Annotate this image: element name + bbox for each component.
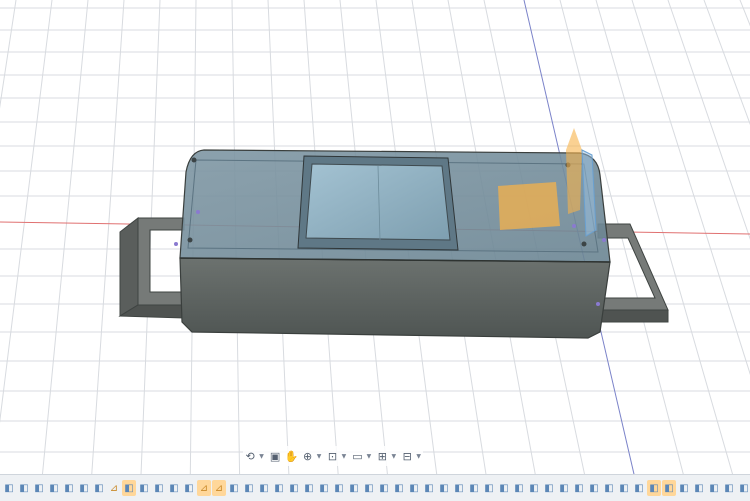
extrude-feature-icon[interactable]: ◧	[572, 480, 586, 496]
extrude-feature-icon[interactable]: ◧	[2, 480, 16, 496]
extrude-feature-icon[interactable]: ◧	[512, 480, 526, 496]
extrude-feature-icon[interactable]: ◧	[152, 480, 166, 496]
display-window[interactable]	[297, 155, 459, 251]
extrude-feature-icon[interactable]: ◧	[347, 480, 361, 496]
extrude-feature-icon[interactable]: ◧	[662, 480, 676, 496]
extrude-feature-icon[interactable]: ◧	[62, 480, 76, 496]
chevron-down-icon[interactable]: ▼	[259, 453, 264, 460]
extrude-feature-icon[interactable]: ◧	[182, 480, 196, 496]
extrude-feature-icon[interactable]: ◧	[32, 480, 46, 496]
chevron-down-icon[interactable]: ▼	[367, 453, 372, 460]
display-settings-icon[interactable]: ▭	[350, 448, 364, 464]
sketch-feature-icon[interactable]: ⊿	[197, 480, 211, 496]
extrude-feature-icon[interactable]: ◧	[167, 480, 181, 496]
extrude-feature-icon[interactable]: ◧	[737, 480, 750, 496]
orbit-icon[interactable]: ⟲	[243, 448, 257, 464]
extrude-feature-icon[interactable]: ◧	[527, 480, 541, 496]
extrude-feature-icon[interactable]: ◧	[437, 480, 451, 496]
extrude-feature-icon[interactable]: ◧	[92, 480, 106, 496]
extrude-feature-icon[interactable]: ◧	[122, 480, 136, 496]
extrude-feature-icon[interactable]: ◧	[587, 480, 601, 496]
extrude-feature-icon[interactable]: ◧	[677, 480, 691, 496]
extrude-feature-icon[interactable]: ◧	[467, 480, 481, 496]
extrude-feature-icon[interactable]: ◧	[542, 480, 556, 496]
extrude-feature-icon[interactable]: ◧	[422, 480, 436, 496]
extrude-feature-icon[interactable]: ◧	[602, 480, 616, 496]
left-handle[interactable]	[118, 216, 185, 319]
extrude-feature-icon[interactable]: ◧	[137, 480, 151, 496]
extrude-feature-icon[interactable]: ◧	[692, 480, 706, 496]
extrude-feature-icon[interactable]: ◧	[242, 480, 256, 496]
chevron-down-icon[interactable]: ▼	[342, 453, 347, 460]
extrude-feature-icon[interactable]: ◧	[17, 480, 31, 496]
extrude-feature-icon[interactable]: ◧	[377, 480, 391, 496]
extrude-feature-icon[interactable]: ◧	[407, 480, 421, 496]
extrude-feature-icon[interactable]: ◧	[452, 480, 466, 496]
extrude-feature-icon[interactable]: ◧	[482, 480, 496, 496]
extrude-feature-icon[interactable]: ◧	[287, 480, 301, 496]
chevron-down-icon[interactable]: ▼	[391, 453, 396, 460]
extrude-feature-icon[interactable]: ◧	[227, 480, 241, 496]
fit-icon[interactable]: ⊡	[325, 448, 339, 464]
extrude-feature-icon[interactable]: ◧	[272, 480, 286, 496]
sketch-feature-icon[interactable]: ⊿	[107, 480, 121, 496]
navigation-toolbar: ⟲ ▼ ▣ ✋ ⊕ ▼ ⊡ ▼ ▭ ▼ ⊞ ▼ ⊟ ▼	[243, 446, 423, 466]
pan-icon[interactable]: ✋	[284, 448, 298, 464]
grid-snap-icon[interactable]: ⊞	[375, 448, 389, 464]
design-viewport[interactable]	[0, 0, 750, 500]
extrude-feature-icon[interactable]: ◧	[632, 480, 646, 496]
chevron-down-icon[interactable]: ▼	[416, 453, 421, 460]
feature-timeline: ◧ ◧ ◧ ◧ ◧ ◧ ◧ ⊿ ◧ ◧ ◧ ◧ ◧ ⊿ ⊿ ◧ ◧ ◧ ◧ ◧ ◧ ◧ ◧ ◧ ◧ ◧ ◧ ◧ ◧ ◧ ◧ ◧ ◧ ◧ ◧ ◧ ◧ ◧ ◧ ◧…	[0, 474, 750, 501]
extrude-feature-icon[interactable]: ◧	[707, 480, 721, 496]
extrude-feature-icon[interactable]: ◧	[362, 480, 376, 496]
extrude-feature-icon[interactable]: ◧	[647, 480, 661, 496]
extrude-feature-icon[interactable]: ◧	[392, 480, 406, 496]
extrude-feature-icon[interactable]: ◧	[617, 480, 631, 496]
extrude-feature-icon[interactable]: ◧	[77, 480, 91, 496]
extrude-feature-icon[interactable]: ◧	[302, 480, 316, 496]
extrude-feature-icon[interactable]: ◧	[47, 480, 61, 496]
sketch-feature-icon[interactable]: ⊿	[212, 480, 226, 496]
chevron-down-icon[interactable]: ▼	[317, 453, 322, 460]
viewports-icon[interactable]: ⊟	[400, 448, 414, 464]
look-at-icon[interactable]: ▣	[268, 448, 282, 464]
extrude-feature-icon[interactable]: ◧	[317, 480, 331, 496]
extrude-feature-icon[interactable]: ◧	[257, 480, 271, 496]
extrude-feature-icon[interactable]: ◧	[722, 480, 736, 496]
extrude-feature-icon[interactable]: ◧	[557, 480, 571, 496]
extrude-feature-icon[interactable]: ◧	[332, 480, 346, 496]
extrude-feature-icon[interactable]: ◧	[497, 480, 511, 496]
zoom-icon[interactable]: ⊕	[300, 448, 314, 464]
